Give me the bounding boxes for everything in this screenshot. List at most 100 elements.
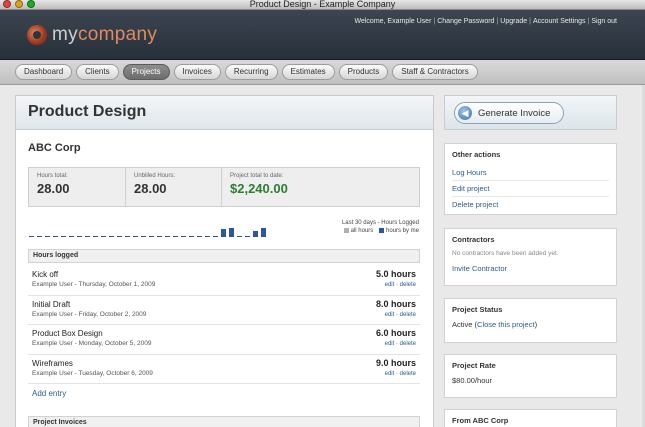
generate-invoice-label: Generate Invoice — [478, 107, 551, 119]
sparkline-day — [157, 236, 162, 237]
tab-invoices[interactable]: Invoices — [173, 64, 221, 80]
sparkline-day — [109, 236, 114, 237]
list-item: Kick off Example User - Thursday, Octobe… — [28, 266, 420, 296]
log-hours-link[interactable]: Log Hours — [452, 168, 487, 177]
sparkline-day — [149, 236, 154, 237]
entry-hours: 9.0 hours — [375, 357, 416, 368]
close-project-link[interactable]: Close this project — [477, 320, 535, 329]
list-item: Product Box Design Example User - Monday… — [28, 325, 420, 355]
sparkline-day — [133, 236, 138, 237]
sparkline-day — [181, 236, 186, 237]
window-title: Product Design - Example Company — [249, 0, 396, 9]
main-nav: Dashboard Clients Projects Invoices Recu… — [0, 60, 645, 85]
delete-link[interactable]: delete — [400, 341, 416, 347]
delete-link[interactable]: delete — [400, 312, 416, 318]
window-titlebar: Product Design - Example Company — [0, 0, 645, 10]
entry-name: Wireframes — [32, 358, 73, 368]
sparkline-day — [69, 236, 74, 237]
stat-value: $2,240.00 — [230, 181, 288, 196]
delete-project-link[interactable]: Delete project — [452, 200, 498, 209]
entry-meta: Example User - Tuesday, October 6, 2009 — [32, 369, 153, 377]
stat-unbilled-hours: Unbilled Hours: 28.00 — [126, 168, 222, 206]
delete-link[interactable]: delete — [400, 371, 416, 377]
sparkline-day — [173, 236, 178, 237]
sign-out-link[interactable]: Sign out — [591, 18, 617, 25]
contractors-title: Contractors — [452, 235, 495, 244]
contractors-empty-note: No contractors have been added yet. — [452, 250, 559, 257]
project-status-value: Active — [452, 320, 473, 329]
project-header: Product Design — [16, 96, 433, 130]
project-rate-title: Project Rate — [452, 361, 496, 370]
sparkline-day — [29, 236, 34, 237]
project-status-box: Project Status Active (Close this projec… — [444, 298, 617, 343]
hours-logged-header: Hours logged — [28, 249, 420, 263]
logo[interactable]: mycompany — [27, 24, 157, 46]
entry-name: Product Box Design — [32, 329, 103, 338]
hours-list: Kick off Example User - Thursday, Octobe… — [28, 266, 420, 384]
app-header: mycompany Welcome, Example User | Change P… — [0, 10, 645, 60]
tab-recurring[interactable]: Recurring — [224, 64, 278, 80]
project-rate-value: $80.00/hour — [452, 376, 493, 385]
sparkline-day — [229, 228, 234, 237]
sparkline-day — [197, 236, 202, 237]
tab-products[interactable]: Products — [338, 64, 389, 80]
project-rate-box: Project Rate $80.00/hour — [444, 354, 617, 398]
sparkline-day — [213, 236, 218, 237]
client-name: ABC Corp — [28, 142, 81, 154]
entry-hours: 5.0 hours — [375, 269, 416, 279]
tab-estimates[interactable]: Estimates — [281, 64, 335, 80]
delete-link[interactable]: delete — [400, 282, 416, 288]
tab-projects[interactable]: Projects — [122, 64, 170, 80]
tab-dashboard[interactable]: Dashboard — [15, 64, 73, 80]
project-stats: Hours total: 28.00 Unbilled Hours: 28.00… — [28, 167, 420, 207]
from-client-title: From ABC Corp — [452, 416, 509, 425]
logo-mark-icon — [27, 25, 47, 45]
sparkline-day — [221, 229, 226, 237]
sparkline-day — [53, 236, 58, 237]
sparkline-day — [37, 236, 42, 237]
other-actions-title: Other actions — [452, 150, 501, 159]
page-title: Product Design — [28, 103, 147, 120]
from-client-box: From ABC Corp — [444, 409, 617, 427]
sparkline-day — [237, 236, 242, 237]
sparkline-day — [93, 236, 98, 237]
edit-link[interactable]: edit — [385, 341, 395, 347]
entry-name: Initial Draft — [32, 299, 71, 309]
welcome-text: Welcome, Example User — [354, 18, 432, 25]
legend-all: all hours — [350, 228, 374, 234]
tab-clients[interactable]: Clients — [76, 64, 119, 80]
my-hours-swatch — [378, 228, 384, 233]
sparkline-legend: Last 30 days - Hours Logged all hours ho… — [340, 220, 419, 234]
account-settings-link[interactable]: Account Settings — [533, 18, 586, 25]
edit-link[interactable]: edit — [385, 371, 395, 377]
tab-staff-contractors[interactable]: Staff & Contractors — [392, 64, 478, 80]
stat-value: 28.00 — [37, 181, 70, 196]
generate-invoice-panel: ◀ Generate Invoice — [444, 95, 617, 130]
edit-project-link[interactable]: Edit project — [452, 184, 490, 193]
add-entry-link[interactable]: Add entry — [32, 389, 66, 398]
stat-label: Hours total: — [37, 173, 68, 179]
sparkline-day — [101, 236, 106, 237]
logo-text: mycompany — [52, 24, 158, 45]
generate-invoice-button[interactable]: ◀ Generate Invoice — [454, 102, 564, 124]
edit-link[interactable]: edit — [385, 312, 395, 318]
sparkline-day — [141, 236, 146, 237]
entry-hours: 6.0 hours — [375, 328, 416, 338]
upgrade-link[interactable]: Upgrade — [500, 18, 527, 25]
account-links: Welcome, Example User | Change Password | Up… — [354, 18, 618, 25]
entry-meta: Example User - Monday, October 5, 2009 — [32, 340, 152, 347]
legend-mine: hours by me — [385, 228, 419, 234]
change-password-link[interactable]: Change Password — [437, 18, 494, 25]
invite-contractor-link[interactable]: Invite Contractor — [452, 264, 507, 273]
stat-hours-total: Hours total: 28.00 — [29, 168, 126, 206]
list-item: Initial Draft Example User - Friday, Oct… — [28, 296, 420, 325]
project-invoices-header: Project Invoices — [28, 416, 420, 427]
edit-link[interactable]: edit — [385, 282, 395, 288]
arrow-left-icon: ◀ — [458, 106, 472, 120]
sparkline-day — [189, 236, 194, 237]
stat-project-total: Project total to date: $2,240.00 — [222, 168, 372, 206]
sparkline-day — [61, 236, 66, 237]
entry-meta: Example User - Friday, October 2, 2009 — [32, 310, 147, 318]
sparkline-day — [253, 231, 258, 237]
sparkline-day — [117, 236, 122, 237]
